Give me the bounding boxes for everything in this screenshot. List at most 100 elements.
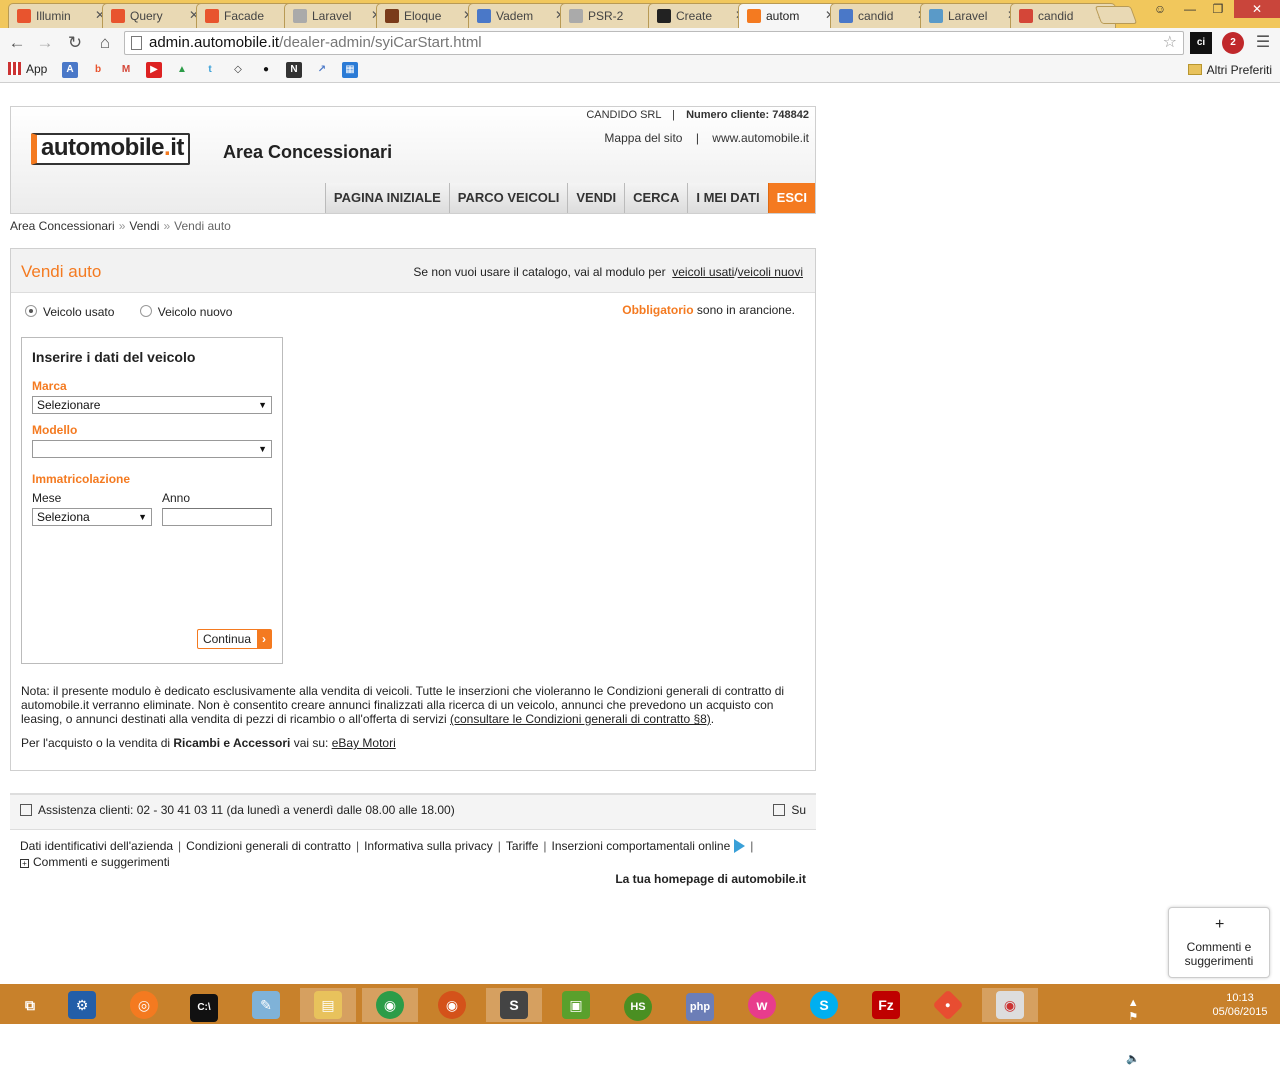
clock[interactable]: 10:13 05/06/2015 [1210, 991, 1270, 1019]
tab-favicon-icon [205, 9, 219, 23]
nav-item[interactable]: PARCO VEICOLI [448, 183, 568, 213]
app-wamp-icon[interactable]: w [734, 988, 790, 1022]
browser-tab[interactable]: Eloque✕ [376, 3, 482, 28]
footer-links: Dati identificativi dell'azienda | Condizi… [10, 829, 816, 899]
radio-used[interactable]: Veicolo usato [25, 305, 114, 319]
reload-icon[interactable]: ↻ [64, 32, 86, 54]
app-skype-icon[interactable]: S [796, 988, 852, 1022]
app-paint-icon[interactable]: ◉ [982, 988, 1038, 1022]
footer-feedback-link[interactable]: Commenti e suggerimenti [33, 855, 170, 869]
start-icon[interactable]: ⧉ [2, 988, 58, 1022]
app-git-icon[interactable]: • [920, 988, 976, 1022]
site-footer: Assistenza clienti: 02 - 30 41 03 11 (da… [10, 793, 816, 899]
address-bar[interactable]: admin.automobile.it/dealer-admin/syiCarS… [124, 31, 1184, 55]
translate-icon[interactable]: A [62, 62, 78, 78]
forward-icon[interactable]: → [34, 32, 56, 54]
continua-button[interactable]: Continua › [196, 629, 272, 649]
tab-label: Vadem [496, 9, 534, 23]
browser-tab[interactable]: Illumin ✕ [8, 3, 114, 28]
extension-adblock-icon[interactable]: 2 [1222, 32, 1244, 54]
radio-used-button[interactable] [25, 305, 37, 317]
app-heidisql-icon[interactable]: HS [610, 988, 666, 1022]
app-filezilla-icon[interactable]: Fz [858, 988, 914, 1022]
drive-icon[interactable]: ▲ [174, 62, 190, 78]
marca-select[interactable]: Selezionare ▼ [32, 396, 272, 414]
bookmark-star-icon[interactable]: ☆ [1163, 32, 1177, 54]
bitly-icon[interactable]: b [90, 62, 106, 78]
app-git-gui-icon[interactable]: ▣ [548, 988, 604, 1022]
notes: Nota: il presente modulo è dedicato escl… [21, 684, 811, 760]
gmail-icon[interactable]: M [118, 62, 134, 78]
nav-item[interactable]: VENDI [567, 183, 625, 213]
chrome-menu-icon[interactable]: ☰ [1252, 32, 1274, 54]
minimize-button[interactable]: — [1176, 0, 1204, 18]
new-tab-button[interactable] [1094, 6, 1138, 24]
app-avast-icon[interactable]: ◎ [116, 988, 172, 1022]
conditions-link[interactable]: (consultare le Condizioni generali di co… [450, 712, 711, 726]
app-chrome-icon[interactable]: ◉ [362, 988, 418, 1022]
tab-label: Laravel [312, 9, 352, 23]
app-settings-icon[interactable]: ⚙ [54, 988, 110, 1022]
app-notes-icon[interactable]: ✎ [238, 988, 294, 1022]
nav-item[interactable]: PAGINA INIZIALE [324, 183, 449, 213]
footer-link-behavioral[interactable]: Inserzioni comportamentali online [552, 839, 731, 853]
nav-item[interactable]: I MEI DATI [687, 183, 768, 213]
feedback-widget[interactable]: + Commenti e suggerimenti [1168, 907, 1270, 978]
browser-tab[interactable]: Vadem✕ [468, 3, 574, 28]
bookmark-other[interactable]: Altri Preferiti [1187, 63, 1272, 77]
breadcrumb-current: Vendi auto [174, 219, 231, 233]
chevron-down-icon: ▼ [258, 444, 267, 454]
window-close-button[interactable]: ✕ [1234, 0, 1280, 18]
marca-value: Selezionare [37, 398, 101, 412]
ricambi-prefix: Per l'acquisto o la vendita di [21, 736, 171, 750]
bookmark-apps[interactable]: App [8, 62, 47, 76]
breadcrumb-vendi[interactable]: Vendi [129, 219, 159, 233]
browser-tab[interactable]: autom✕ [738, 3, 844, 28]
tab-label: PSR-2 [588, 9, 624, 23]
back-icon[interactable]: ← [6, 32, 28, 54]
home-icon[interactable]: ⌂ [94, 32, 116, 54]
link-icon[interactable]: ↗ [314, 62, 330, 78]
app-php-icon[interactable]: php [672, 988, 728, 1022]
footer-link-company[interactable]: Dati identificativi dell'azienda [20, 839, 173, 853]
mese-select[interactable]: Seleziona ▼ [32, 508, 152, 526]
catalog-note: Se non vuoi usare il catalogo, vai al mo… [413, 265, 803, 279]
user-icon[interactable]: ☺ [1146, 0, 1174, 18]
ebay-motori-link[interactable]: eBay Motori [332, 736, 396, 750]
footer-link-privacy[interactable]: Informativa sulla privacy [364, 839, 493, 853]
extension-ci-icon[interactable]: ci [1190, 32, 1212, 54]
breadcrumb-sep: » [163, 219, 171, 233]
youtube-icon[interactable]: ▶ [146, 62, 162, 78]
codepen-icon[interactable]: ◇ [230, 62, 246, 78]
back-to-top[interactable]: Su [773, 803, 806, 817]
app-explorer-icon[interactable]: ▤ [300, 988, 356, 1022]
required-rest: sono in arancione. [696, 303, 795, 317]
app-sublime-icon[interactable]: S [486, 988, 542, 1022]
new-vehicles-link[interactable]: veicoli nuovi [738, 265, 803, 279]
footer-link-tariffe[interactable]: Tariffe [506, 839, 538, 853]
used-vehicles-link[interactable]: veicoli usati [672, 265, 734, 279]
github-icon[interactable]: ● [258, 62, 274, 78]
sitemap-link[interactable]: Mappa del sito [604, 131, 682, 145]
breadcrumb: Area Concessionari» Vendi» Vendi auto [10, 219, 816, 233]
trello-icon[interactable]: ▦ [342, 62, 358, 78]
radio-new[interactable]: Veicolo nuovo [139, 305, 232, 319]
tray-icons[interactable]: ▲ ⚑ ▦ ▣ 🔈 [1126, 996, 1140, 1066]
homepage-link[interactable]: La tua homepage di automobile.it [615, 871, 806, 887]
twitter-icon[interactable]: t [202, 62, 218, 78]
breadcrumb-area[interactable]: Area Concessionari [10, 219, 115, 233]
radio-new-button[interactable] [139, 305, 152, 317]
browser-tab[interactable]: Query ✕ [102, 3, 208, 28]
nav-item[interactable]: CERCA [624, 183, 688, 213]
site-url-link[interactable]: www.automobile.it [712, 131, 809, 145]
app-terminal-icon[interactable]: C:\ [176, 988, 232, 1022]
nav-item[interactable]: ESCI [767, 183, 815, 213]
footer-link-conditions[interactable]: Condizioni generali di contratto [186, 839, 351, 853]
app-firefox-icon[interactable]: ◉ [424, 988, 480, 1022]
site-logo[interactable]: automobile.it [31, 133, 190, 165]
news-icon[interactable]: N [286, 62, 302, 78]
maximize-button[interactable]: ❐ [1204, 0, 1232, 18]
browser-tab[interactable]: Laravel✕ [284, 3, 390, 28]
anno-input[interactable] [162, 508, 272, 526]
modello-select[interactable]: ▼ [32, 440, 272, 458]
